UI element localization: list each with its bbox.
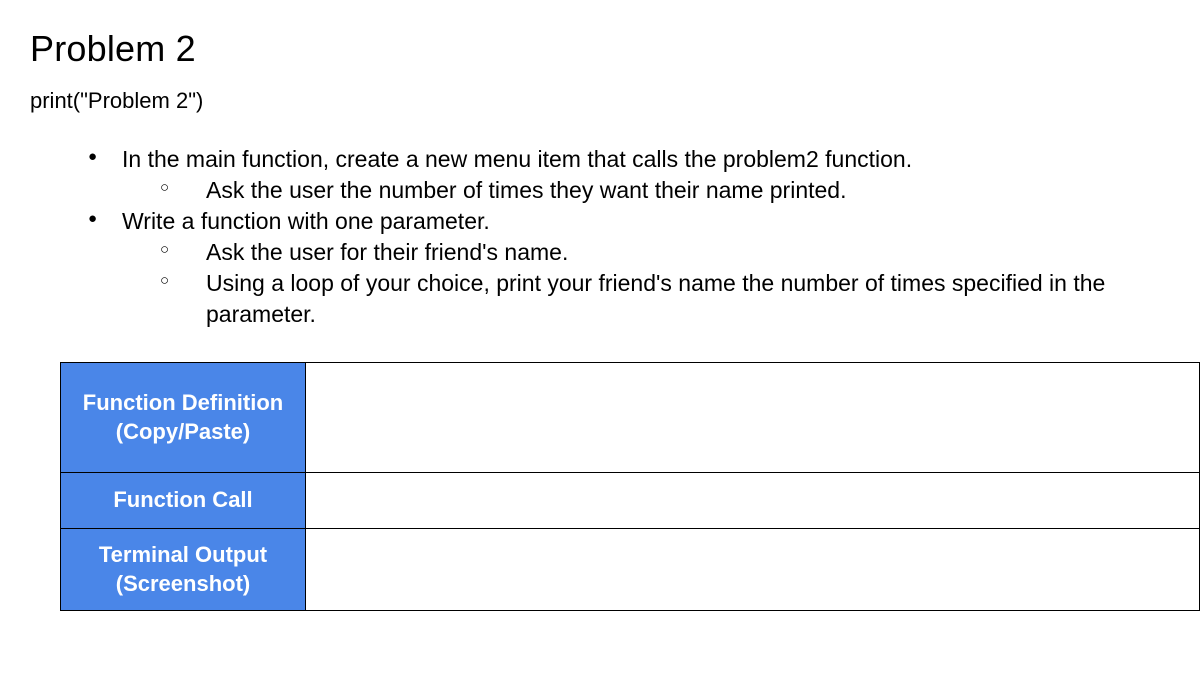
code-line: print("Problem 2") [30,88,1170,114]
row-label-terminal-output: Terminal Output (Screenshot) [61,529,306,611]
bullet-level2: Ask the user for their friend's name. [160,237,1170,268]
bullet-level1: Write a function with one parameter. [88,206,1170,237]
table-row: Function Definition (Copy/Paste) [61,363,1200,473]
row-value-function-call[interactable] [306,473,1200,529]
instruction-list: In the main function, create a new menu … [30,144,1170,330]
bullet-level2: Ask the user the number of times they wa… [160,175,1170,206]
answer-table: Function Definition (Copy/Paste) Functio… [60,362,1200,611]
bullet-level2: Using a loop of your choice, print your … [160,268,1170,330]
table-row: Terminal Output (Screenshot) [61,529,1200,611]
row-value-function-definition[interactable] [306,363,1200,473]
table-row: Function Call [61,473,1200,529]
row-label-function-definition: Function Definition (Copy/Paste) [61,363,306,473]
problem-heading: Problem 2 [30,28,1170,70]
row-label-function-call: Function Call [61,473,306,529]
bullet-level1: In the main function, create a new menu … [88,144,1170,175]
row-value-terminal-output[interactable] [306,529,1200,611]
